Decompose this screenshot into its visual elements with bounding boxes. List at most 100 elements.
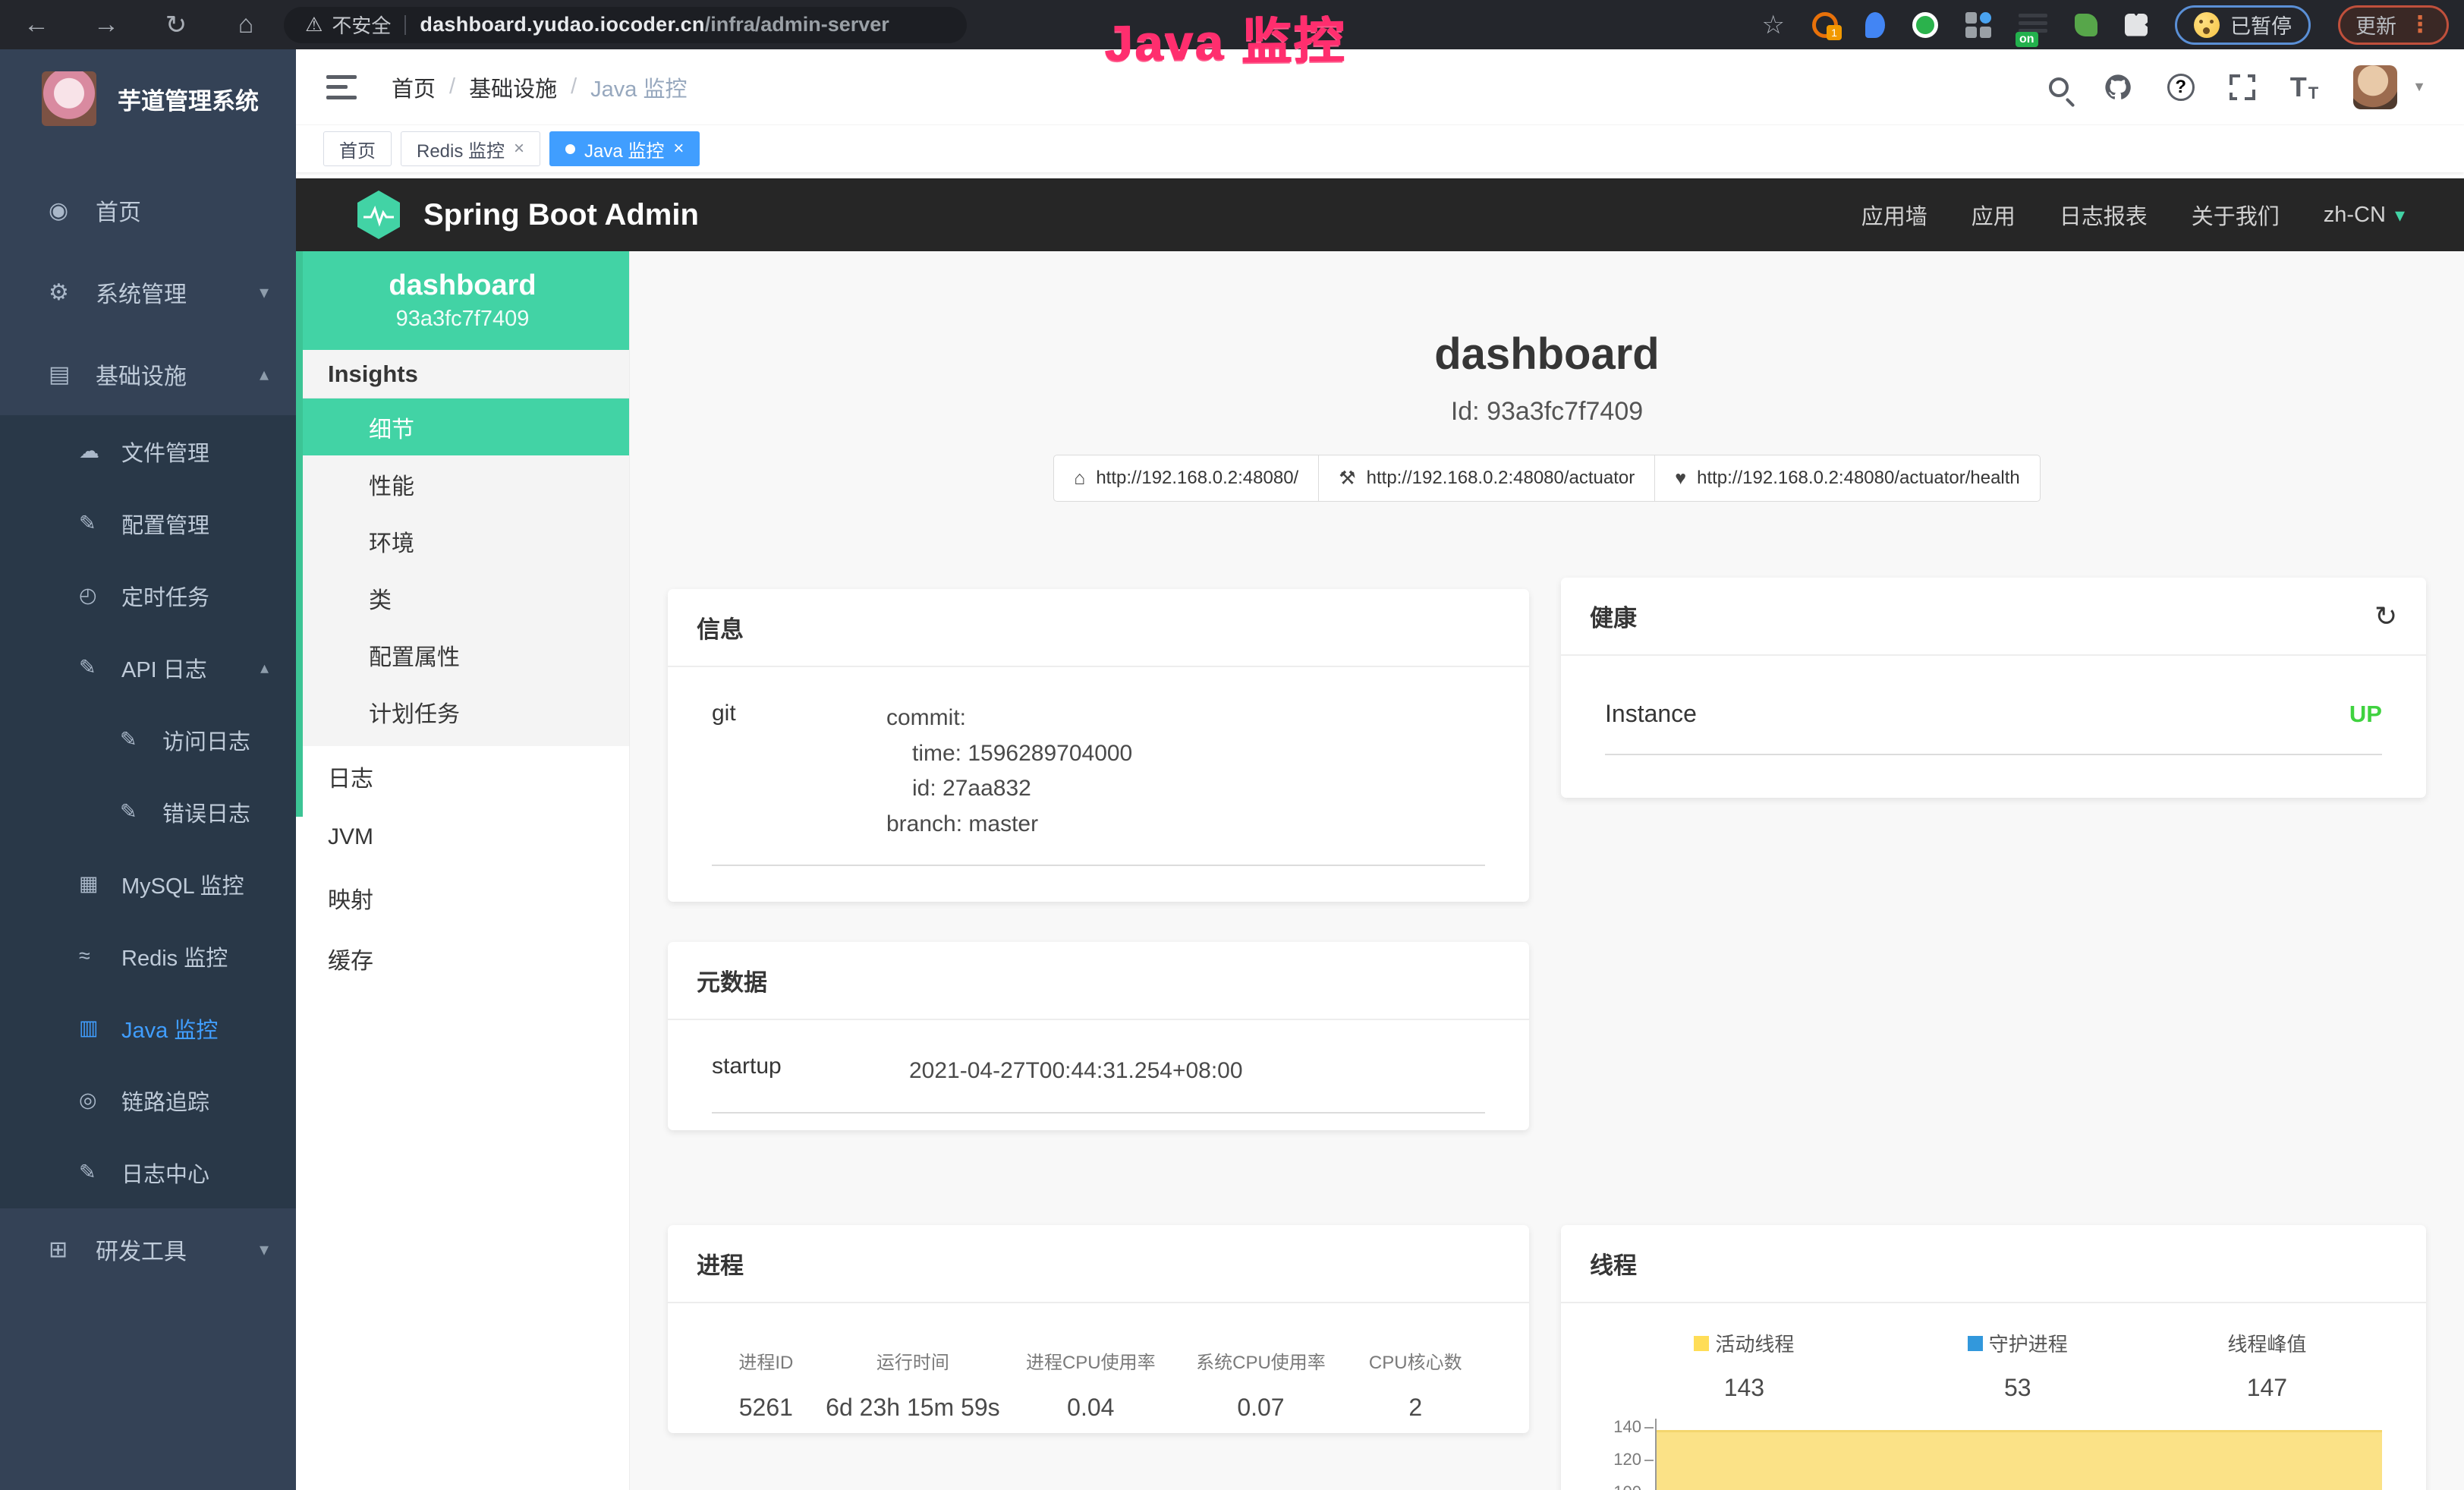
sidebar-item-tracing[interactable]: ◎ 链路追踪 [0, 1064, 296, 1136]
sidebar-item-log-center[interactable]: ✎ 日志中心 [0, 1136, 296, 1208]
sidebar-item-java-monitor[interactable]: ▥ Java 监控 [0, 992, 296, 1064]
breadcrumb-home[interactable]: 首页 [392, 71, 436, 103]
extension-list-icon[interactable]: on [2019, 14, 2047, 36]
sba-menu-classes[interactable]: 类 [296, 569, 629, 626]
app-title: 芋道管理系统 [118, 82, 259, 116]
y-axis-tick: 140 [1591, 1417, 1641, 1437]
tab-label: Java 监控 [584, 136, 664, 162]
y-axis-tick: 100 [1591, 1482, 1641, 1490]
close-icon[interactable]: × [514, 138, 524, 159]
history-icon[interactable]: ↺ [2374, 600, 2397, 632]
extension-green-icon[interactable] [1912, 12, 1938, 38]
threads-card: 线程 活动线程 143 守护进程 53 线 [1561, 1225, 2426, 1490]
extension-orange-icon[interactable]: 1 [1812, 12, 1838, 38]
sba-nav-about[interactable]: 关于我们 [2192, 199, 2280, 231]
font-size-icon[interactable]: T T [2290, 71, 2318, 103]
infrastructure-submenu: ☁ 文件管理 ✎ 配置管理 ◴ 定时任务 ✎ API 日志 ▴ ✎ [0, 415, 296, 1208]
health-instance-row[interactable]: Instance UP [1605, 689, 2382, 755]
metadata-key: startup [712, 1054, 909, 1089]
sba-menu-jvm[interactable]: JVM [296, 807, 629, 868]
breadcrumb-infrastructure[interactable]: 基础设施 [469, 71, 557, 103]
help-icon[interactable]: ? [2167, 74, 2195, 101]
process-card: 进程 进程ID5261 运行时间6d 23h 15m 59s 进程CPU使用率0… [668, 1225, 1529, 1433]
tab-java-monitor[interactable]: Java 监控 × [549, 131, 700, 166]
actuator-url-button[interactable]: ⚒ http://192.168.0.2:48080/actuator [1318, 455, 1655, 502]
insights-group: Insights 细节 性能 环境 类 配置属性 计划任务 [296, 350, 629, 746]
forward-icon[interactable]: → [91, 10, 121, 39]
github-icon[interactable] [2104, 73, 2132, 102]
sidebar-item-api-logs[interactable]: ✎ API 日志 ▴ [0, 632, 296, 704]
search-icon[interactable] [2049, 77, 2069, 97]
sidebar-item-home[interactable]: ◉ 首页 [0, 169, 296, 251]
sidebar-item-error-logs[interactable]: ✎ 错误日志 [0, 776, 296, 848]
sidebar-item-dev-tools[interactable]: ⊞ 研发工具 ▾ [0, 1208, 296, 1290]
toolbox-icon: ⊞ [49, 1236, 96, 1263]
browser-menu-icon[interactable]: ⋮ [2409, 11, 2431, 38]
sidebar-item-config-mgmt[interactable]: ✎ 配置管理 [0, 487, 296, 559]
sidebar-item-access-logs[interactable]: ✎ 访问日志 [0, 704, 296, 776]
hamburger-icon[interactable] [326, 75, 357, 99]
page-title: dashboard [630, 329, 2464, 380]
home-icon[interactable]: ⌂ [231, 10, 261, 39]
sidebar-item-label: 配置管理 [121, 508, 209, 540]
service-url-button[interactable]: ⌂ http://192.168.0.2:48080/ [1053, 455, 1319, 502]
sidebar-item-scheduled-jobs[interactable]: ◴ 定时任务 [0, 559, 296, 632]
sba-menu-metrics[interactable]: 性能 [296, 455, 629, 512]
extension-leaf-icon[interactable] [2075, 14, 2097, 36]
sidebar-item-mysql-monitor[interactable]: ▦ MySQL 监控 [0, 848, 296, 920]
tab-redis-monitor[interactable]: Redis 监控 × [401, 131, 540, 166]
reload-icon[interactable]: ↻ [161, 10, 191, 40]
sba-menu-caches[interactable]: 缓存 [296, 928, 629, 989]
breadcrumb-separator: / [449, 74, 455, 99]
sba-nav-wall[interactable]: 应用墙 [1861, 199, 1927, 231]
back-icon[interactable]: ← [21, 10, 52, 39]
sba-menu-details[interactable]: 细节 [296, 398, 629, 455]
card-title: 信息 [697, 610, 744, 644]
daemon-threads-swatch-icon [1968, 1336, 1983, 1351]
browser-update-button[interactable]: 更新 ⋮ [2338, 5, 2449, 45]
sba-brand-title[interactable]: Spring Boot Admin [423, 198, 699, 232]
user-avatar[interactable] [2353, 65, 2397, 109]
sba-menu-logs[interactable]: 日志 [296, 746, 629, 807]
sba-menu-scheduled-tasks[interactable]: 计划任务 [296, 683, 629, 740]
sba-menu-environment[interactable]: 环境 [296, 512, 629, 569]
fullscreen-icon[interactable] [2230, 74, 2255, 100]
screenshot-annotation: Java 监控 [1104, 0, 1346, 75]
java-monitor-icon: ▥ [79, 1016, 121, 1040]
health-url-button[interactable]: ♥ http://192.168.0.2:48080/actuator/heal… [1654, 455, 2041, 502]
app-logo-row[interactable]: 芋道管理系统 [0, 49, 296, 148]
sidebar-item-label: 错误日志 [162, 796, 250, 828]
profile-paused-chip[interactable]: 已暂停 [2175, 5, 2311, 45]
health-url: http://192.168.0.2:48080/actuator/health [1697, 468, 2020, 489]
col-header: 运行时间 [820, 1347, 1006, 1374]
extension-pin-icon[interactable] [1865, 12, 1885, 38]
sidebar-item-redis-monitor[interactable]: ≈ Redis 监控 [0, 920, 296, 992]
sidebar-item-infrastructure[interactable]: ▤ 基础设施 ▴ [0, 333, 296, 415]
threads-area-chart: 140 120 100 [1591, 1417, 2396, 1490]
sidebar-item-label: 基础设施 [96, 358, 187, 391]
sba-nav-journal[interactable]: 日志报表 [2060, 199, 2148, 231]
sba-menu-config-props[interactable]: 配置属性 [296, 626, 629, 683]
sidebar-item-label: 首页 [96, 194, 141, 227]
edit-icon: ✎ [79, 512, 121, 535]
legend-value: 53 [1897, 1374, 2138, 1402]
address-bar[interactable]: ⚠ 不安全 dashboard.yudao.iocoder.cn /infra/… [284, 7, 967, 43]
extension-grid-icon[interactable] [1965, 12, 1991, 38]
sidebar-item-file-mgmt[interactable]: ☁ 文件管理 [0, 415, 296, 487]
sidebar-item-system-mgmt[interactable]: ⚙ 系统管理 ▾ [0, 251, 296, 333]
bookmark-star-icon[interactable]: ☆ [1762, 10, 1785, 40]
update-label: 更新 [2355, 10, 2396, 39]
sba-navbar: Spring Boot Admin 应用墙 应用 日志报表 关于我们 zh-CN… [296, 178, 2464, 251]
close-icon[interactable]: × [673, 138, 684, 159]
sba-menu-mappings[interactable]: 映射 [296, 868, 629, 928]
instance-header[interactable]: dashboard 93a3fc7f7409 [296, 251, 629, 350]
cell-value: 6d 23h 15m 59s [820, 1394, 1006, 1422]
sidebar-item-label: API 日志 [121, 652, 207, 684]
tab-home[interactable]: 首页 [323, 131, 392, 166]
sba-locale-select[interactable]: zh-CN ▾ [2324, 203, 2405, 228]
extensions-puzzle-icon[interactable] [2125, 14, 2148, 36]
avatar-caret-icon[interactable]: ▼ [2412, 79, 2426, 95]
sba-nav-applications[interactable]: 应用 [1972, 199, 2016, 231]
tags-view-bar: 首页 Redis 监控 × Java 监控 × [296, 125, 2464, 172]
info-key: git [712, 701, 886, 842]
